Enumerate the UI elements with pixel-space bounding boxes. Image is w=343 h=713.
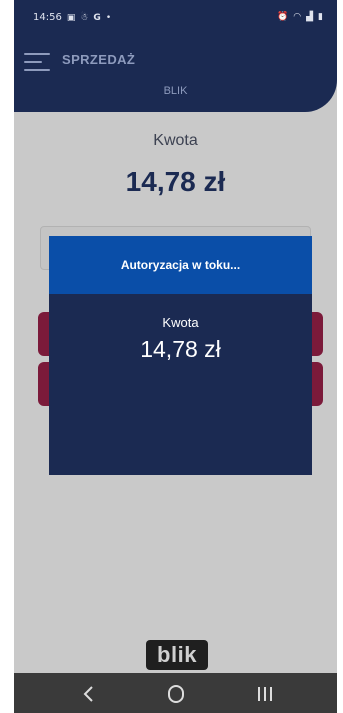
signal-icon: ▟ [306, 12, 314, 22]
person-icon: ☃ [80, 12, 89, 23]
dialog-title: Autoryzacja w toku... [49, 236, 312, 294]
recent-apps-icon[interactable] [250, 683, 280, 705]
menu-icon[interactable] [24, 53, 50, 71]
status-bar: 14:56 ▣ ☃ G • ⏰ ◠ ▟ ▮ [14, 0, 337, 34]
blik-logo: blik [146, 640, 208, 670]
amount-label: Kwota [153, 132, 198, 149]
status-time: 14:56 [33, 12, 62, 23]
back-icon[interactable] [74, 683, 104, 705]
dialog-amount-value: 14,78 zł [140, 336, 221, 362]
wifi-icon: ◠ [293, 12, 302, 22]
home-icon[interactable] [161, 683, 191, 705]
phone-screen: 14:56 ▣ ☃ G • ⏰ ◠ ▟ ▮ SPRZEDAŻ BLIK Kwot… [14, 0, 337, 713]
page-subtitle: BLIK [163, 85, 188, 97]
dialog-amount-label: Kwota [162, 315, 199, 330]
amount-value: 14,78 zł [125, 166, 226, 197]
authorization-dialog: Autoryzacja w toku... Kwota 14,78 zł [49, 236, 312, 475]
app-header: SPRZEDAŻ BLIK [14, 34, 337, 112]
system-nav-bar [14, 673, 337, 713]
dot-icon: • [105, 12, 112, 23]
battery-icon: ▮ [318, 12, 323, 22]
page-title: SPRZEDAŻ [62, 52, 136, 67]
alarm-icon: ⏰ [277, 12, 289, 22]
gallery-icon: ▣ [66, 12, 76, 23]
google-icon: G [93, 12, 101, 23]
